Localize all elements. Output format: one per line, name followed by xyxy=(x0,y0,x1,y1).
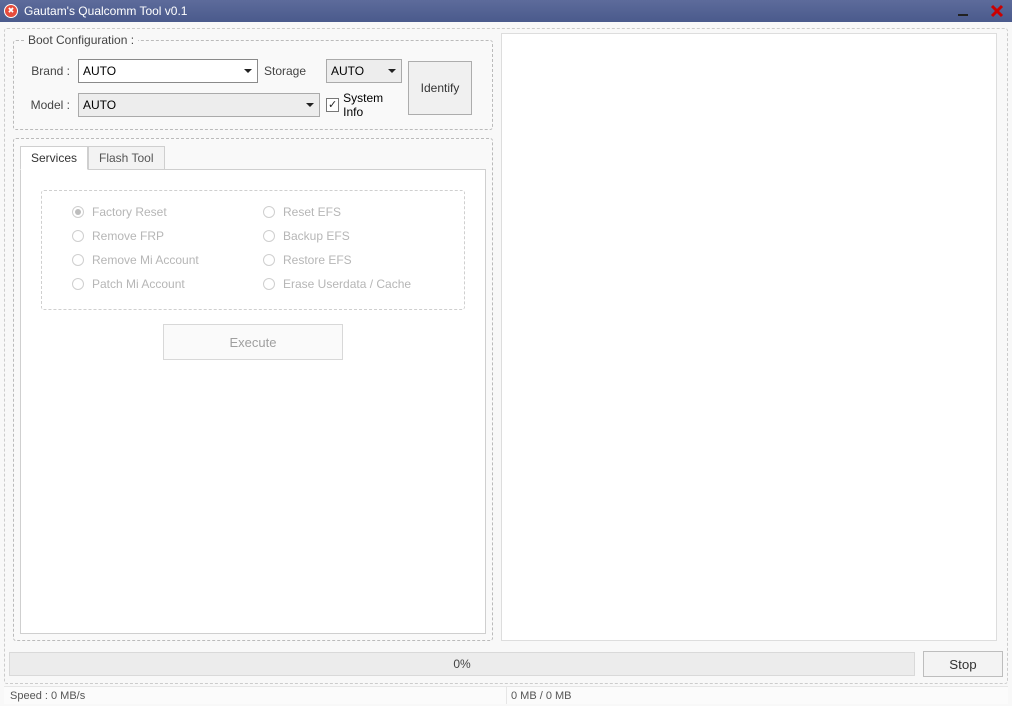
progress-row: 0% Stop xyxy=(9,651,1003,677)
identify-button[interactable]: Identify xyxy=(408,61,472,115)
log-output-panel xyxy=(501,33,997,641)
radio-icon xyxy=(72,206,84,218)
brand-value: AUTO xyxy=(83,64,116,78)
titlebar: Gautam's Qualcomm Tool v0.1 xyxy=(0,0,1012,22)
radio-icon xyxy=(72,254,84,266)
minimize-icon xyxy=(956,4,970,18)
system-info-label: System Info xyxy=(343,91,402,119)
model-label: Model : xyxy=(24,98,72,112)
boot-config-legend: Boot Configuration : xyxy=(24,33,138,47)
radio-erase-userdata[interactable]: Erase Userdata / Cache xyxy=(263,277,444,291)
status-bar: Speed : 0 MB/s 0 MB / 0 MB xyxy=(4,686,1008,704)
radio-backup-efs[interactable]: Backup EFS xyxy=(263,229,444,243)
storage-value: AUTO xyxy=(331,64,364,78)
brand-select[interactable]: AUTO xyxy=(78,59,258,83)
radio-icon xyxy=(263,254,275,266)
radio-restore-efs[interactable]: Restore EFS xyxy=(263,253,444,267)
radio-patch-mi-account[interactable]: Patch Mi Account xyxy=(72,277,253,291)
status-speed: Speed : 0 MB/s xyxy=(8,687,506,704)
radio-icon xyxy=(263,278,275,290)
close-icon xyxy=(990,4,1004,18)
radio-icon xyxy=(263,230,275,242)
app-icon xyxy=(4,4,18,18)
brand-label: Brand : xyxy=(24,64,72,78)
model-value: AUTO xyxy=(83,98,116,112)
tab-container: Services Flash Tool Factory Reset Reset … xyxy=(13,138,493,641)
minimize-button[interactable] xyxy=(951,2,975,20)
tab-page-services: Factory Reset Reset EFS Remove FRP Backu… xyxy=(20,169,486,634)
execute-button[interactable]: Execute xyxy=(163,324,343,360)
model-select[interactable]: AUTO xyxy=(78,93,320,117)
radio-icon xyxy=(263,206,275,218)
service-options-group: Factory Reset Reset EFS Remove FRP Backu… xyxy=(41,190,465,310)
tab-services[interactable]: Services xyxy=(20,146,88,170)
radio-reset-efs[interactable]: Reset EFS xyxy=(263,205,444,219)
boot-config-group: Boot Configuration : Brand : AUTO Storag… xyxy=(13,33,493,130)
storage-select[interactable]: AUTO xyxy=(326,59,402,83)
radio-factory-reset[interactable]: Factory Reset xyxy=(72,205,253,219)
stop-button[interactable]: Stop xyxy=(923,651,1003,677)
chevron-down-icon xyxy=(385,64,399,78)
chevron-down-icon xyxy=(241,64,255,78)
system-info-checkbox[interactable] xyxy=(326,98,339,112)
radio-icon xyxy=(72,230,84,242)
chevron-down-icon xyxy=(303,98,317,112)
progress-bar: 0% xyxy=(9,652,915,676)
storage-label: Storage xyxy=(264,64,320,78)
radio-remove-frp[interactable]: Remove FRP xyxy=(72,229,253,243)
status-bytes: 0 MB / 0 MB xyxy=(506,687,1004,704)
radio-icon xyxy=(72,278,84,290)
tab-flash-tool[interactable]: Flash Tool xyxy=(88,146,164,170)
radio-remove-mi-account[interactable]: Remove Mi Account xyxy=(72,253,253,267)
progress-text: 0% xyxy=(453,657,470,671)
window-title: Gautam's Qualcomm Tool v0.1 xyxy=(24,4,187,18)
close-button[interactable] xyxy=(985,2,1009,20)
